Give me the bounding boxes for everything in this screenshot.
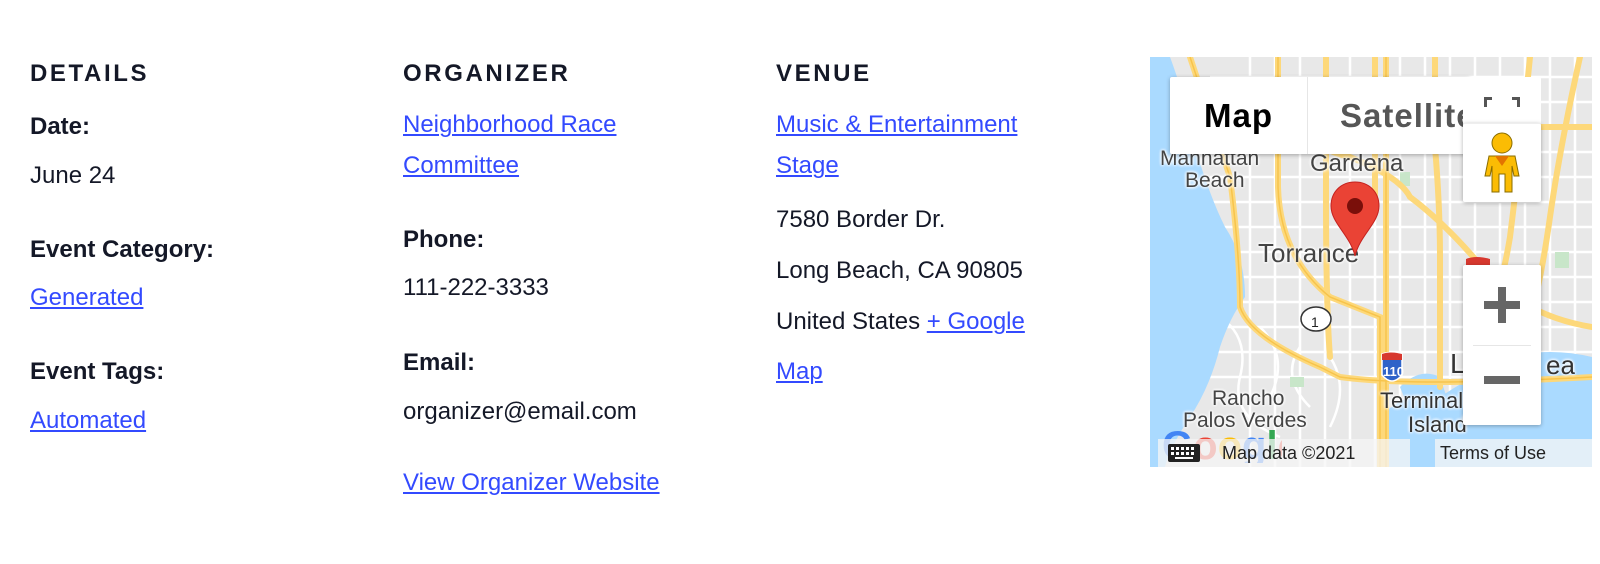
fullscreen-icon (1484, 97, 1520, 107)
email-label: Email: (403, 349, 476, 376)
event-category-link[interactable]: Generated (30, 284, 143, 311)
event-tag-link[interactable]: Automated (30, 407, 146, 434)
venue-name-link[interactable]: Music & Entertainment (776, 111, 1017, 138)
event-category-label: Event Category: (30, 236, 215, 263)
organizer-website-link[interactable]: View Organizer Website (403, 469, 660, 496)
organizer-name-link[interactable]: Neighborhood Race (403, 111, 616, 138)
route-1-label: 1 (1311, 314, 1319, 330)
phone-label: Phone: (403, 226, 485, 253)
keyboard-icon[interactable] (1168, 444, 1200, 462)
map-label-beach: Beach (1185, 169, 1245, 192)
map-label-gardena: Gardena (1310, 150, 1404, 177)
interstate-110-label: 110 (1383, 364, 1404, 379)
date-value: June 24 (30, 162, 116, 189)
map-footer: Map data ©2021 Terms of Use (1150, 439, 1592, 467)
plus-icon (1484, 287, 1520, 323)
map-type-satellite-button[interactable]: Satellite (1308, 77, 1470, 154)
venue-heading: VENUE (776, 60, 872, 87)
map-label-island: Island (1408, 412, 1467, 437)
phone-value: 111-222-3333 (403, 274, 549, 301)
street-view-pegman-icon (1484, 132, 1520, 193)
email-value: organizer@email.com (403, 398, 637, 425)
map-label-terminal: Terminal (1380, 388, 1464, 413)
zoom-divider (1473, 345, 1531, 346)
details-heading: DETAILS (30, 60, 150, 87)
map-type-map-button[interactable]: Map (1170, 77, 1308, 154)
zoom-out-button[interactable] (1463, 347, 1541, 425)
google-map-link-cont[interactable]: Map (776, 358, 823, 385)
map-label-long-beach-end: ea (1546, 350, 1575, 380)
organizer-heading: ORGANIZER (403, 60, 571, 87)
zoom-in-button[interactable] (1463, 265, 1541, 343)
venue-map[interactable]: Manhattan Beach Gardena Torrance Rancho … (1150, 57, 1592, 467)
fullscreen-button[interactable] (1463, 77, 1541, 125)
event-tags-label: Event Tags: (30, 358, 165, 385)
zoom-control (1463, 265, 1541, 425)
map-label-rancho: Rancho (1212, 387, 1285, 410)
organizer-name-link-cont[interactable]: Committee (403, 152, 519, 179)
minus-icon (1484, 376, 1520, 384)
venue-address-city: Long Beach, CA 90805 (776, 257, 1023, 284)
date-label: Date: (30, 113, 91, 140)
map-type-control: Map Satellite (1170, 77, 1470, 154)
venue-address-street: 7580 Border Dr. (776, 206, 946, 233)
venue-name-link-cont[interactable]: Stage (776, 152, 839, 179)
terms-of-use-link[interactable]: Terms of Use (1435, 439, 1592, 467)
map-marker-icon[interactable] (1330, 181, 1380, 257)
street-view-button[interactable] (1463, 123, 1541, 202)
venue-country: United States (776, 308, 921, 335)
google-map-link[interactable]: + Google (927, 308, 1025, 335)
